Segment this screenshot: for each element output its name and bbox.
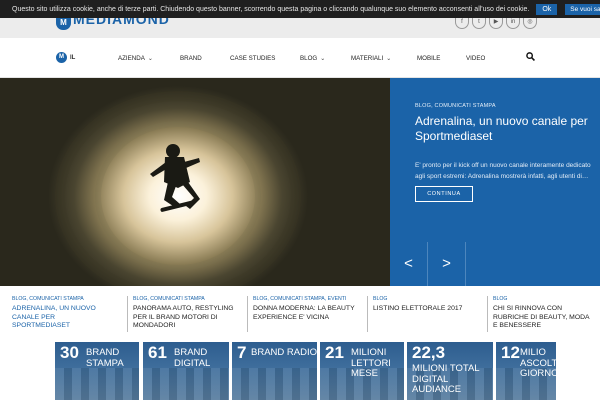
divider bbox=[367, 296, 368, 332]
nav-logo-text: IL bbox=[70, 54, 76, 61]
stat-number: 30 bbox=[60, 343, 79, 362]
news-item[interactable]: BLOG Listino elettorale 2017 bbox=[367, 296, 477, 340]
facebook-icon[interactable]: f bbox=[455, 18, 469, 29]
stat-label: BRAND RADIO bbox=[251, 347, 317, 358]
stat-label: MILIONI LETTORI MESE bbox=[351, 347, 391, 379]
stat-tile[interactable]: 7 BRAND RADIO bbox=[232, 342, 317, 400]
site-logo[interactable]: M MEDIAMOND bbox=[56, 18, 170, 38]
stat-label: MILIONI TOTAL DIGITAL AUDIANCE bbox=[412, 363, 480, 395]
news-title[interactable]: Panorama Auto, restyling per il brand Mo… bbox=[133, 305, 237, 331]
stat-label: MILIO ASCOLTATO GIORNO M bbox=[520, 347, 556, 379]
cookie-message: Questo sito utilizza cookie, anche di te… bbox=[12, 5, 530, 13]
hero-category[interactable]: BLOG, COMUNICATI STAMPA bbox=[415, 103, 600, 109]
chevron-right-icon: > bbox=[442, 255, 451, 272]
cookie-ok-button[interactable]: Ok bbox=[536, 3, 558, 15]
nav-item-label: Blog bbox=[300, 54, 318, 62]
skateboarder-illustration bbox=[55, 91, 301, 286]
nav-item-label: Case Studies bbox=[230, 54, 276, 62]
main-nav: M IL Azienda ⌄ Brand Case Studies Blog ⌄… bbox=[0, 38, 600, 78]
social-links: f t ▶ in ◎ bbox=[455, 18, 537, 29]
stats-row: 30 BRAND STAMPA 61 BRAND DIGITAL 7 BRAND… bbox=[0, 340, 600, 400]
stat-tile[interactable]: 12 MILIO ASCOLTATO GIORNO M bbox=[496, 342, 556, 400]
stat-number: 22,3 bbox=[412, 343, 446, 362]
slider-controls: < > bbox=[390, 242, 600, 286]
news-strip: BLOG, COMUNICATI STAMPA Adrenalina, un n… bbox=[0, 286, 600, 340]
stat-number: 61 bbox=[148, 343, 167, 362]
page: Questo sito utilizza cookie, anche di te… bbox=[0, 0, 600, 400]
stat-number: 7 bbox=[237, 343, 247, 362]
news-category[interactable]: BLOG bbox=[493, 296, 593, 302]
news-category[interactable]: BLOG bbox=[373, 296, 477, 302]
stat-label: BRAND STAMPA bbox=[86, 347, 124, 369]
divider bbox=[487, 296, 488, 332]
tile-background bbox=[232, 368, 317, 400]
hero-image[interactable] bbox=[0, 78, 390, 286]
tile-background bbox=[143, 368, 229, 400]
top-header: M MEDIAMOND f t ▶ in ◎ bbox=[0, 18, 600, 38]
stat-number: 12 bbox=[501, 343, 520, 362]
chevron-down-icon: ⌄ bbox=[386, 55, 392, 62]
hero-excerpt: E' pronto per il kick off un nuovo canal… bbox=[415, 162, 591, 180]
tile-background bbox=[55, 368, 139, 400]
stat-tile[interactable]: 22,3 MILIONI TOTAL DIGITAL AUDIANCE bbox=[407, 342, 493, 400]
nav-item-label: Mobile bbox=[417, 54, 441, 62]
linkedin-icon[interactable]: in bbox=[506, 18, 520, 29]
nav-item-label: Video bbox=[466, 54, 486, 62]
hero-title[interactable]: Adrenalina, un nuovo canale per Sportmed… bbox=[415, 114, 590, 144]
news-category[interactable]: BLOG, COMUNICATI STAMPA, EVENTI bbox=[253, 296, 357, 302]
divider bbox=[247, 296, 248, 332]
prev-slide-button[interactable]: < bbox=[390, 242, 428, 286]
cookie-banner: Questo sito utilizza cookie, anche di te… bbox=[0, 0, 600, 18]
chevron-left-icon: < bbox=[404, 255, 413, 272]
search-icon[interactable] bbox=[526, 52, 535, 61]
stat-number: 21 bbox=[325, 343, 344, 362]
nav-logo-mark: M bbox=[56, 52, 67, 63]
youtube-icon[interactable]: ▶ bbox=[489, 18, 503, 29]
nav-item-label: Brand bbox=[180, 54, 202, 62]
stat-tile[interactable]: 61 BRAND DIGITAL bbox=[143, 342, 229, 400]
hero-slider: BLOG, COMUNICATI STAMPA Adrenalina, un n… bbox=[0, 78, 600, 286]
logo-mark: M bbox=[56, 18, 71, 30]
news-item[interactable]: BLOG Chi si rinnova con rubriche di beau… bbox=[487, 296, 593, 340]
nav-item-brand[interactable]: Brand bbox=[180, 55, 230, 62]
news-title[interactable]: Donna Moderna: la beauty experience e' v… bbox=[253, 305, 357, 322]
logo-text: MEDIAMOND bbox=[73, 18, 170, 24]
news-item[interactable]: BLOG, COMUNICATI STAMPA, EVENTI Donna Mo… bbox=[247, 296, 357, 340]
stat-tile[interactable]: 30 BRAND STAMPA bbox=[55, 342, 139, 400]
news-category[interactable]: BLOG, COMUNICATI STAMPA bbox=[12, 296, 112, 302]
chevron-down-icon: ⌄ bbox=[147, 55, 153, 62]
news-title[interactable]: Chi si rinnova con rubriche di beauty, m… bbox=[493, 305, 593, 331]
nav-item-case-studies[interactable]: Case Studies bbox=[230, 55, 300, 62]
news-title[interactable]: Listino elettorale 2017 bbox=[373, 305, 477, 314]
stat-label: BRAND DIGITAL bbox=[174, 347, 211, 369]
nav-item-label: Azienda bbox=[118, 54, 145, 62]
news-category[interactable]: BLOG, COMUNICATI STAMPA bbox=[133, 296, 237, 302]
divider bbox=[127, 296, 128, 332]
nav-item-azienda[interactable]: Azienda ⌄ bbox=[118, 55, 170, 62]
news-item[interactable]: BLOG, COMUNICATI STAMPA Panorama Auto, r… bbox=[127, 296, 237, 340]
nav-item-label: Materiali bbox=[351, 54, 384, 62]
news-title[interactable]: Adrenalina, un nuovo canale per Sportmed… bbox=[12, 305, 112, 331]
nav-item-materiali[interactable]: Materiali ⌄ bbox=[351, 55, 417, 62]
nav-item-blog[interactable]: Blog ⌄ bbox=[300, 55, 351, 62]
nav-item-mobile[interactable]: Mobile bbox=[417, 55, 466, 62]
continue-button[interactable]: Continua bbox=[415, 186, 473, 202]
hero-caption: BLOG, COMUNICATI STAMPA Adrenalina, un n… bbox=[390, 78, 600, 242]
nav-logo[interactable]: M IL bbox=[56, 52, 75, 63]
cookie-more-info-button[interactable]: Se vuoi saperne di più clicca qui bbox=[565, 3, 600, 15]
next-slide-button[interactable]: > bbox=[428, 242, 466, 286]
chevron-down-icon: ⌄ bbox=[320, 55, 326, 62]
stat-tile[interactable]: 21 MILIONI LETTORI MESE bbox=[320, 342, 404, 400]
nav-menu: Azienda ⌄ Brand Case Studies Blog ⌄ Mate… bbox=[118, 38, 485, 78]
nav-item-video[interactable]: Video bbox=[466, 55, 485, 62]
twitter-icon[interactable]: t bbox=[472, 18, 486, 29]
instagram-icon[interactable]: ◎ bbox=[523, 18, 537, 29]
news-item[interactable]: BLOG, COMUNICATI STAMPA Adrenalina, un n… bbox=[12, 296, 112, 340]
